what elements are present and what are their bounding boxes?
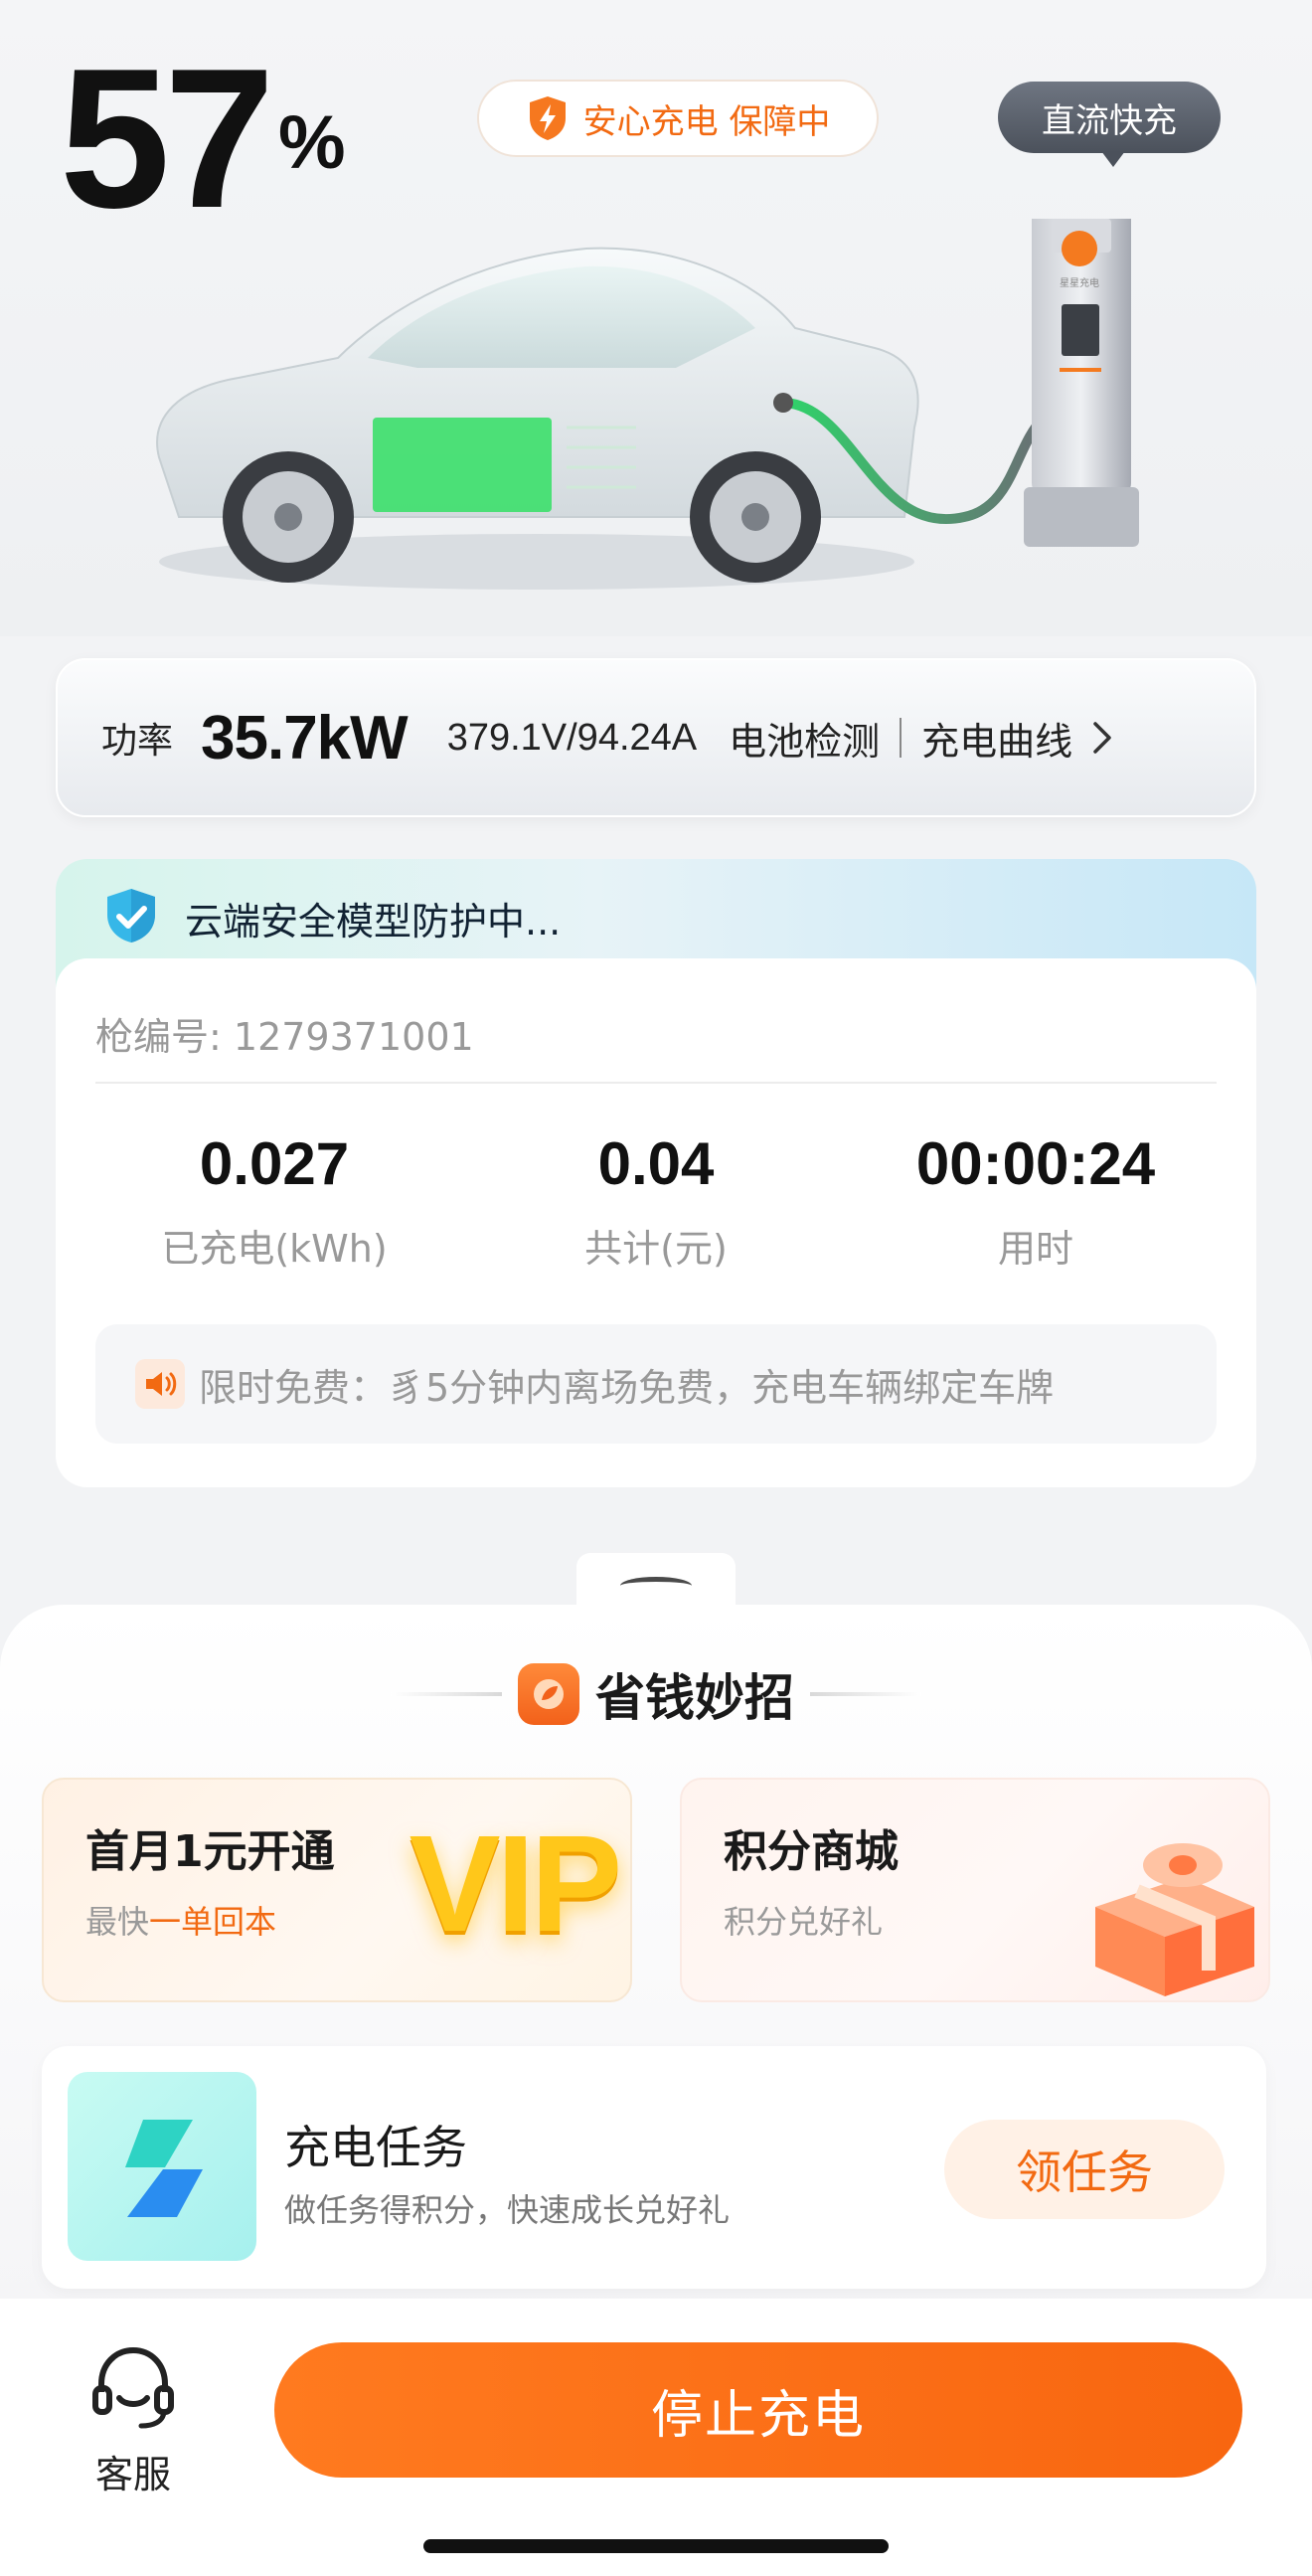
task-bolt-icon — [68, 2072, 256, 2261]
task-subtitle: 做任务得积分，快速成长兑好礼 — [284, 2191, 731, 2229]
stop-charging-button[interactable]: 停止充电 — [274, 2342, 1242, 2478]
safe-charge-label: 安心充电 保障中 — [582, 101, 831, 142]
shield-bolt-icon — [529, 96, 566, 140]
claim-task-button[interactable]: 领任务 — [944, 2120, 1225, 2219]
speaker-icon — [135, 1359, 185, 1409]
divider — [810, 1692, 921, 1696]
gun-number: 枪编号: 1279371001 — [95, 1006, 474, 1061]
chevron-right-icon[interactable] — [1090, 720, 1114, 756]
station-brand-label: 星星充电 — [1060, 276, 1099, 289]
battery-percent: 57 — [60, 28, 274, 250]
chevron-up-icon — [620, 1577, 692, 1595]
stat-value: 0.027 — [199, 1130, 350, 1197]
free-parking-notice[interactable]: 限时免费：豸5分钟内离场免费，充电车辆绑定车牌 — [95, 1324, 1217, 1444]
vip-subtitle-highlight: 一单回本 — [149, 1903, 277, 1941]
battery-percent-unit: % — [278, 100, 346, 185]
voltage-current: 379.1V/94.24A — [446, 716, 698, 759]
power-label: 功率 — [101, 721, 174, 762]
task-title: 充电任务 — [284, 2121, 467, 2174]
security-text: 云端安全模型防护中... — [185, 900, 562, 944]
charging-curve-link[interactable]: 充电曲线 — [921, 711, 1072, 766]
power-value: 35.7kW — [201, 703, 409, 773]
customer-service-button[interactable]: 客服 — [83, 2342, 183, 2498]
stat-energy: 0.027 已充电(kWh) — [85, 1129, 463, 1273]
savings-tips-header: 省钱妙招 — [0, 1658, 1312, 1730]
home-indicator[interactable] — [423, 2539, 889, 2553]
stat-label: 用时 — [997, 1227, 1073, 1271]
divider — [391, 1692, 502, 1696]
charger-type-tag: 直流快充 — [998, 82, 1221, 167]
stat-label: 已充电(kWh) — [161, 1227, 388, 1271]
stat-value: 00:00:24 — [915, 1130, 1156, 1197]
car-charging-illustration: 星星充电 — [156, 219, 1139, 590]
stat-value: 0.04 — [597, 1130, 715, 1197]
headset-icon — [92, 2346, 174, 2429]
gun-number-value: 1279371001 — [233, 1015, 474, 1059]
points-mall-card[interactable]: 积分商城 积分兑好礼 — [680, 1778, 1270, 2002]
battery-check-link[interactable]: 电池检测 — [729, 711, 880, 766]
gun-number-label: 枪编号: — [95, 1015, 222, 1059]
stat-duration: 00:00:24 用时 — [847, 1129, 1225, 1273]
promo-text: 限时免费：豸5分钟内离场免费，充电车辆绑定车牌 — [199, 1365, 1055, 1410]
charger-type-label: 直流快充 — [1042, 100, 1177, 141]
shield-check-icon — [107, 889, 155, 943]
stat-cost: 0.04 共计(元) — [467, 1129, 845, 1273]
safe-charge-badge[interactable]: 安心充电 保障中 — [477, 80, 879, 157]
stat-label: 共计(元) — [584, 1227, 728, 1271]
savings-tips-title: 省钱妙招 — [595, 1669, 794, 1727]
divider — [95, 1082, 1217, 1084]
divider — [900, 718, 902, 758]
vip-badge-text: VIP — [409, 1807, 622, 1961]
customer-service-label: 客服 — [94, 2453, 171, 2496]
power-info-bar: 功率 35.7kW 379.1V/94.24A 电池检测 充电曲线 — [56, 658, 1256, 817]
vip-promo-card[interactable]: 首月1元开通 最快一单回本 VIP — [42, 1778, 632, 2002]
charging-task-card[interactable]: 充电任务 做任务得积分，快速成长兑好礼 领任务 — [42, 2046, 1266, 2289]
vip-subtitle-prefix: 最快 — [85, 1903, 150, 1941]
gift-box-icon — [1095, 1843, 1254, 1996]
coin-leaf-icon — [518, 1663, 579, 1725]
